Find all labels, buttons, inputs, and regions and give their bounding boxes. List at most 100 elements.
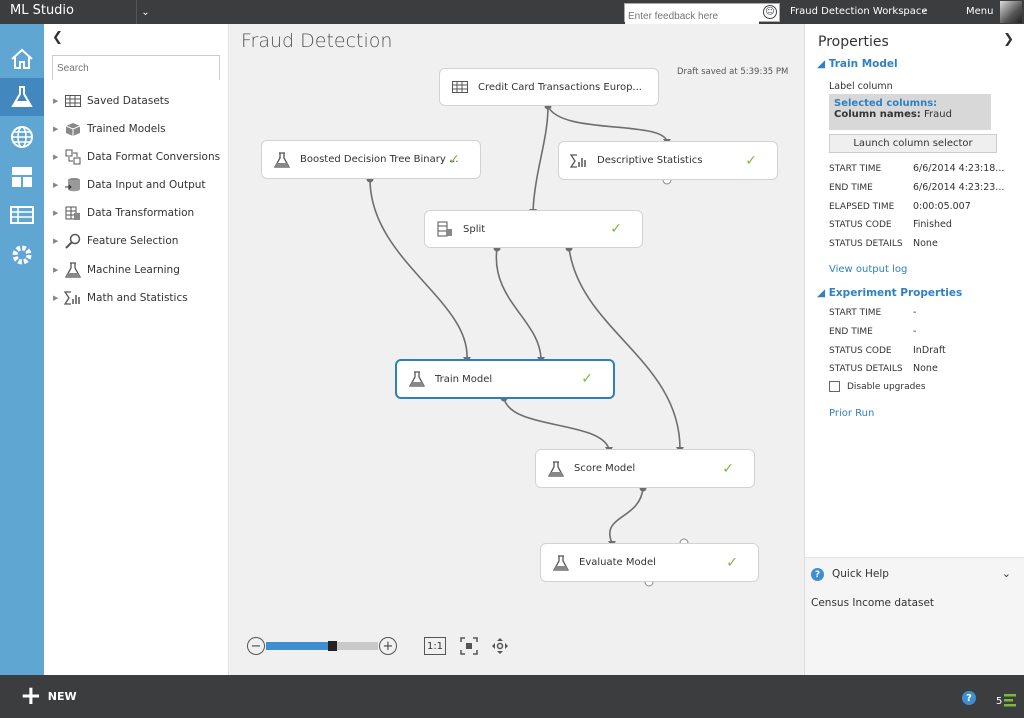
expand-arrow-icon[interactable]: ▶: [53, 294, 63, 302]
run-status-details-label: STATUS DETAILS: [829, 239, 903, 249]
zoom-in-icon[interactable]: +: [379, 637, 397, 655]
home-icon[interactable]: [0, 40, 44, 78]
palette-item-feature-selection[interactable]: ▶ Feature Selection: [53, 231, 178, 251]
sigma-icon: [569, 151, 589, 171]
top-bar: ML Studio ⌄ ☺ Fraud Detection Workspace …: [0, 0, 1024, 25]
zoom-slider[interactable]: [266, 641, 378, 651]
datasets-icon[interactable]: [0, 196, 44, 234]
workspace-chevron-icon[interactable]: ⌄: [920, 4, 928, 15]
notification-count[interactable]: 5: [996, 696, 1002, 707]
check-icon: ✓: [581, 371, 593, 387]
actual-size-button[interactable]: 1:1: [424, 637, 446, 655]
check-icon: ✓: [448, 151, 460, 168]
transform-icon: [63, 205, 83, 221]
expand-arrow-icon[interactable]: ▶: [53, 181, 63, 189]
exp-status-details-value: None: [913, 363, 938, 374]
palette-item-data-input-output[interactable]: ▶ Data Input and Output: [53, 175, 206, 195]
zoom-slider-thumb[interactable]: [327, 641, 337, 651]
properties-pane: Properties ❯ ◢ Train Model Label column …: [804, 24, 1024, 675]
run-start-time-value: 6/6/2014 4:23:18...: [913, 163, 1005, 174]
module-label: Evaluate Model: [579, 557, 656, 568]
module-label: Boosted Decision Tree Binary ...: [300, 154, 459, 165]
dashboard-icon[interactable]: [0, 158, 44, 196]
pan-icon[interactable]: [490, 637, 510, 655]
column-names-value: Fraud: [923, 109, 952, 120]
expand-arrow-icon[interactable]: ▶: [53, 153, 63, 161]
collapse-palette-icon[interactable]: ❮: [52, 30, 63, 45]
feedback-input[interactable]: [625, 8, 759, 25]
help-button[interactable]: ?: [962, 691, 976, 705]
palette-item-data-format-conversions[interactable]: ▶ Data Format Conversions: [53, 147, 220, 167]
properties-title: Properties: [818, 34, 889, 50]
run-start-time-label: START TIME: [829, 164, 882, 174]
new-button[interactable]: + NEW: [20, 681, 77, 711]
exp-status-details-label: STATUS DETAILS: [829, 364, 903, 374]
module-section-header[interactable]: ◢ Train Model: [817, 58, 898, 70]
prior-run-link[interactable]: Prior Run: [829, 408, 874, 419]
palette-item-saved-datasets[interactable]: ▶ Saved Datasets: [53, 91, 169, 111]
section-label: Experiment Properties: [828, 287, 963, 299]
palette-search[interactable]: [52, 55, 220, 80]
quick-help-text: Census Income dataset: [811, 597, 935, 609]
new-label: NEW: [47, 689, 77, 703]
avatar[interactable]: [1000, 1, 1022, 23]
module-split[interactable]: Split ✓: [424, 210, 643, 248]
experiment-properties-header[interactable]: ◢ Experiment Properties: [817, 287, 962, 299]
module-boosted-decision-tree[interactable]: Boosted Decision Tree Binary ... ✓: [261, 140, 481, 179]
expand-arrow-icon[interactable]: ▶: [53, 97, 63, 105]
exp-end-time-value: -: [913, 326, 917, 337]
app-title[interactable]: ML Studio: [10, 3, 74, 18]
disable-upgrades-label: Disable upgrades: [847, 382, 926, 392]
smiley-icon[interactable]: ☺: [763, 5, 777, 19]
palette-item-label: Data Format Conversions: [87, 151, 221, 163]
module-evaluate-model[interactable]: Evaluate Model ✓: [540, 543, 759, 582]
disable-upgrades-checkbox[interactable]: [829, 381, 840, 392]
label-column-caption: Label column: [829, 81, 893, 92]
palette-item-machine-learning[interactable]: ▶ Machine Learning: [53, 260, 180, 280]
exp-status-code-value: InDraft: [913, 345, 946, 356]
plus-icon: +: [20, 681, 42, 711]
help-icon: ?: [811, 568, 824, 581]
module-descriptive-statistics[interactable]: Descriptive Statistics ✓: [558, 141, 778, 180]
check-icon: ✓: [610, 221, 622, 237]
experiments-icon[interactable]: [0, 78, 44, 116]
notifications-icon[interactable]: [1004, 693, 1018, 707]
expand-arrow-icon[interactable]: ▶: [53, 209, 63, 217]
quick-help-title[interactable]: Quick Help: [832, 568, 889, 580]
web-services-icon[interactable]: [0, 118, 44, 156]
chevron-down-icon[interactable]: ⌄: [1002, 567, 1011, 580]
palette-item-trained-models[interactable]: ▶ Trained Models: [53, 119, 166, 139]
module-credit-card-dataset[interactable]: Credit Card Transactions Europ...: [439, 68, 659, 106]
sigma-icon: [63, 290, 83, 306]
database-icon: [63, 177, 83, 193]
view-output-log-link[interactable]: View output log: [829, 264, 907, 275]
launch-column-selector-button[interactable]: Launch column selector: [829, 134, 997, 153]
experiment-title[interactable]: Fraud Detection: [241, 30, 392, 52]
palette-item-math-statistics[interactable]: ▶ Math and Statistics: [53, 288, 188, 308]
palette-item-label: Data Transformation: [87, 207, 195, 219]
palette-item-data-transformation[interactable]: ▶ Data Transformation: [53, 203, 194, 223]
fit-to-screen-icon[interactable]: [459, 637, 479, 655]
run-status-code-value: Finished: [913, 219, 952, 230]
menu-button[interactable]: Menu: [966, 6, 993, 17]
workspace-selector[interactable]: Fraud Detection Workspace: [790, 6, 928, 17]
collapse-properties-icon[interactable]: ❯: [1003, 32, 1014, 47]
palette-item-label: Feature Selection: [87, 235, 179, 247]
exp-start-time-value: -: [913, 307, 917, 318]
feedback-box[interactable]: ☺: [624, 3, 780, 25]
flask-icon: [551, 553, 571, 573]
run-status-details-value: None: [913, 238, 938, 249]
exp-status-code-label: STATUS CODE: [829, 346, 892, 356]
search-input[interactable]: [53, 57, 219, 80]
module-train-model[interactable]: Train Model ✓: [395, 359, 615, 399]
run-status-code-label: STATUS CODE: [829, 220, 892, 230]
check-icon: ✓: [745, 152, 757, 169]
app-menu-chevron-icon[interactable]: ⌄: [136, 0, 154, 24]
expand-arrow-icon[interactable]: ▶: [53, 125, 63, 133]
zoom-out-icon[interactable]: −: [247, 637, 265, 655]
expand-arrow-icon[interactable]: ▶: [53, 237, 63, 245]
expand-arrow-icon[interactable]: ▶: [53, 266, 63, 274]
module-score-model[interactable]: Score Model ✓: [535, 449, 755, 488]
module-label: Score Model: [574, 463, 636, 474]
settings-icon[interactable]: [0, 236, 44, 274]
